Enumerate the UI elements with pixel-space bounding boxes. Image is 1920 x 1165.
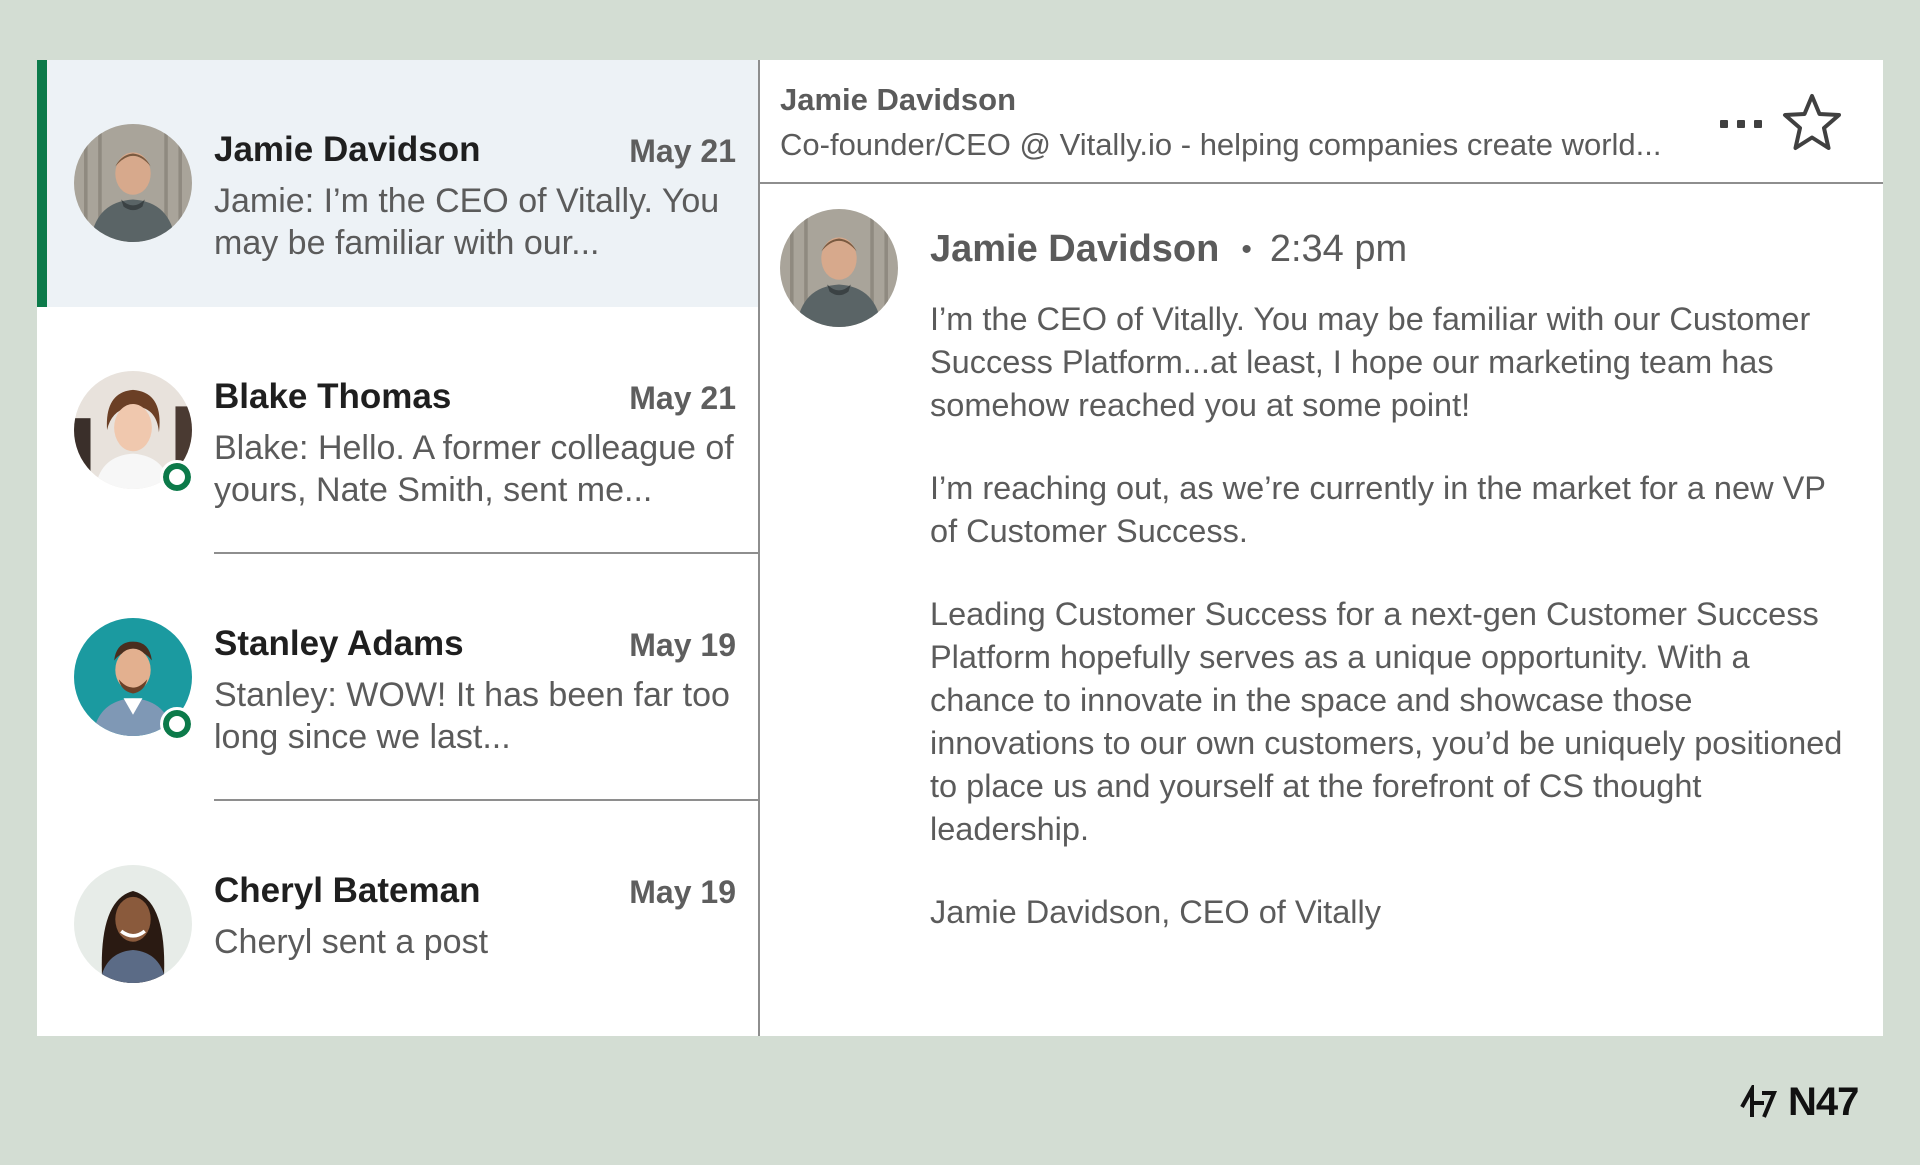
conversation-item-cheryl-bateman[interactable]: Cheryl Bateman May 19 Cheryl sent a post	[37, 801, 758, 1048]
conversation-date: May 21	[629, 133, 736, 169]
thread-header: Jamie Davidson Co-founder/CEO @ Vitally.…	[760, 60, 1883, 184]
message-body: I’m the CEO of Vitally. You may be famil…	[930, 298, 1860, 974]
brand-text: N47	[1788, 1080, 1859, 1124]
avatar	[74, 124, 192, 242]
message-signature: Jamie Davidson, CEO of Vitally	[930, 894, 1381, 930]
message-timestamp: 2:34 pm	[1269, 228, 1408, 270]
message-paragraph: I’m the CEO of Vitally. You may be famil…	[930, 301, 1811, 423]
avatar-photo-icon	[74, 865, 192, 983]
brand-logo: N47	[1738, 1080, 1859, 1125]
conversation-name: Jamie Davidson	[214, 130, 481, 169]
conversation-list: Jamie Davidson May 21 Jamie: I’m the CEO…	[37, 60, 760, 1036]
message-meta: Jamie Davidson • 2:34 pm	[930, 228, 1407, 271]
conversation-item-stanley-adams[interactable]: Stanley Adams May 19 Stanley: WOW! It ha…	[37, 554, 758, 801]
online-status-indicator	[160, 460, 194, 494]
more-horizontal-icon[interactable]	[1720, 120, 1764, 130]
n47-logo-icon	[1740, 1084, 1777, 1118]
conversation-preview: Cheryl sent a post	[214, 923, 489, 961]
avatar[interactable]	[780, 209, 898, 327]
online-status-indicator	[160, 707, 194, 741]
thread-contact-name[interactable]: Jamie Davidson	[780, 82, 1016, 118]
meta-separator: •	[1241, 232, 1252, 266]
thread-contact-headline: Co-founder/CEO @ Vitally.io - helping co…	[780, 127, 1662, 162]
conversation-name: Stanley Adams	[214, 624, 464, 663]
conversation-date: May 19	[629, 627, 736, 663]
star-outline-icon[interactable]	[1782, 93, 1842, 151]
conversation-date: May 19	[629, 874, 736, 910]
conversation-item-jamie-davidson[interactable]: Jamie Davidson May 21 Jamie: I’m the CEO…	[37, 60, 758, 307]
messaging-card: Jamie Davidson May 21 Jamie: I’m the CEO…	[37, 60, 1883, 1036]
avatar-photo-icon	[780, 209, 898, 327]
message-paragraph: I’m reaching out, as we’re currently in …	[930, 470, 1826, 549]
conversation-date: May 21	[629, 380, 736, 416]
avatar-photo-icon	[74, 124, 192, 242]
conversation-preview: Stanley: WOW! It has been far too long s…	[214, 676, 730, 756]
conversation-name: Blake Thomas	[214, 377, 452, 416]
message-paragraph: Leading Customer Success for a next-gen …	[930, 596, 1843, 847]
message-thread: Jamie Davidson Co-founder/CEO @ Vitally.…	[760, 60, 1883, 1036]
message-author[interactable]: Jamie Davidson	[930, 228, 1219, 271]
conversation-item-blake-thomas[interactable]: Blake Thomas May 21 Blake: Hello. A form…	[37, 307, 758, 554]
conversation-preview: Blake: Hello. A former colleague of your…	[214, 429, 734, 509]
conversation-name: Cheryl Bateman	[214, 871, 481, 910]
avatar	[74, 865, 192, 983]
conversation-preview: Jamie: I’m the CEO of Vitally. You may b…	[214, 182, 720, 262]
